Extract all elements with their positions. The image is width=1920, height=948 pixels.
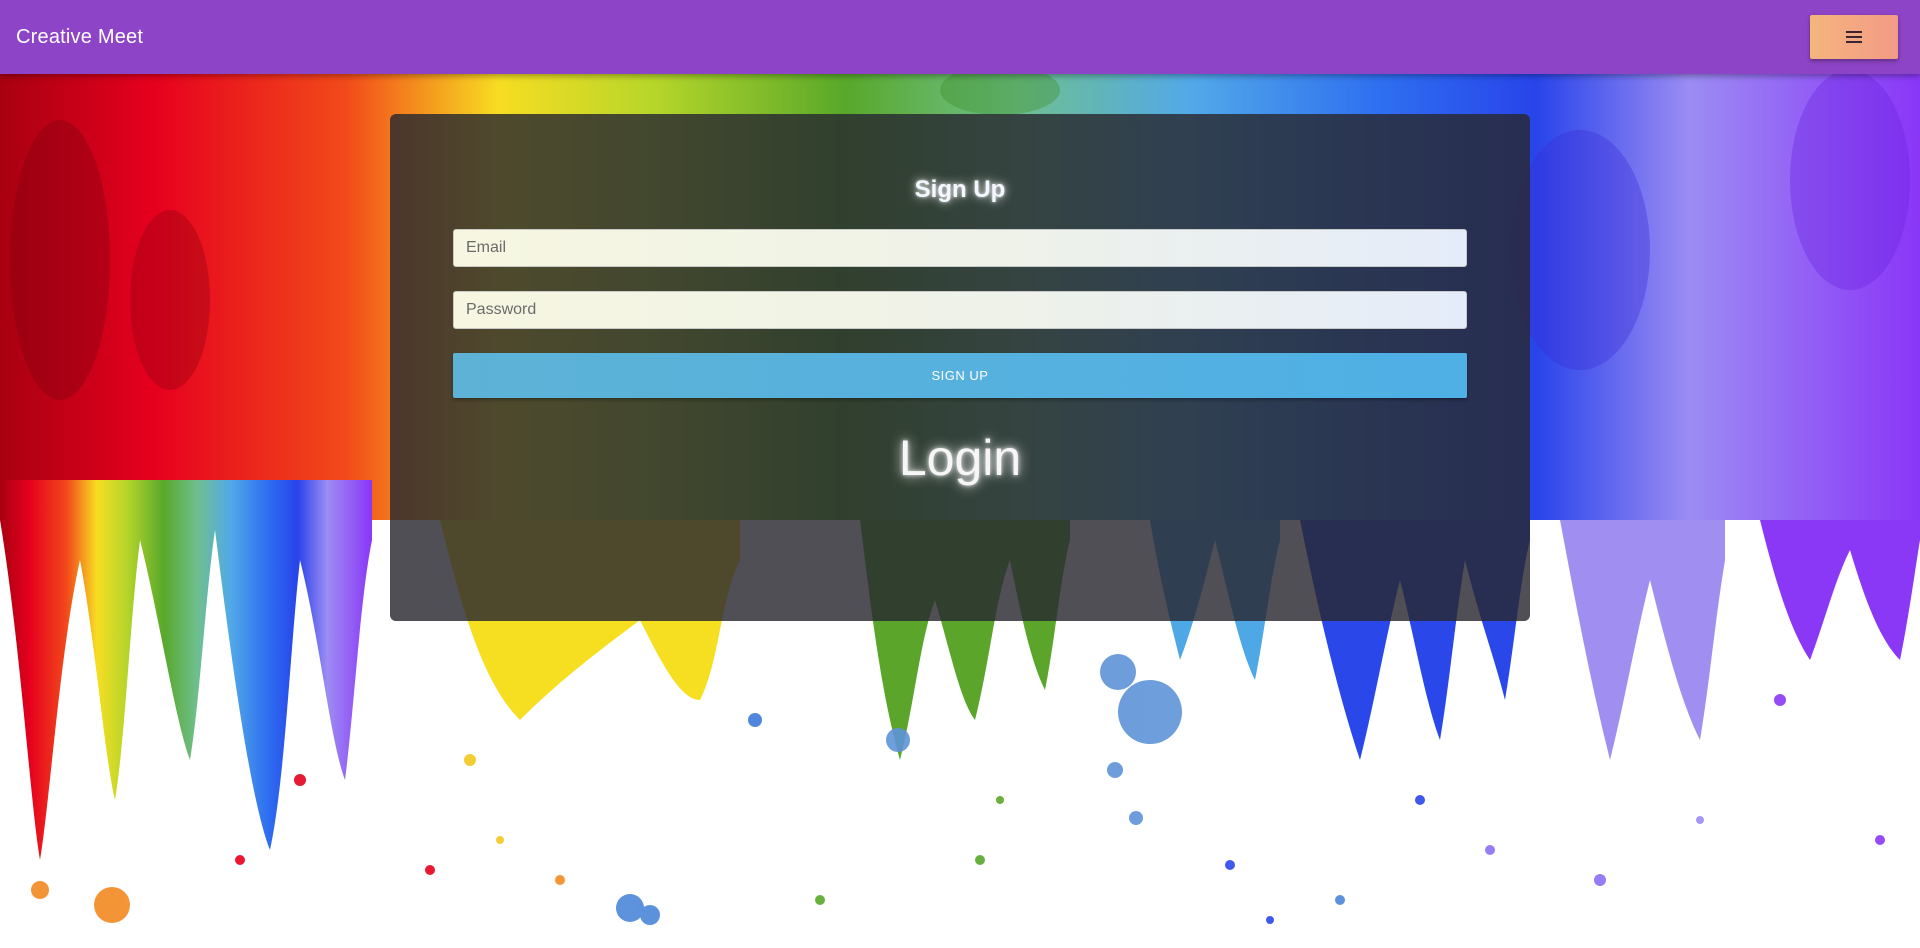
top-navbar: Creative Meet xyxy=(0,0,1920,74)
signup-title: Sign Up xyxy=(914,176,1006,203)
password-field[interactable] xyxy=(453,291,1467,329)
email-field[interactable] xyxy=(453,229,1467,267)
signup-button[interactable]: SIGN UP xyxy=(453,353,1467,398)
menu-toggle-button[interactable] xyxy=(1810,15,1898,59)
hamburger-menu-icon xyxy=(1846,31,1862,43)
login-title[interactable]: Login xyxy=(390,428,1530,488)
brand-title[interactable]: Creative Meet xyxy=(16,0,143,74)
